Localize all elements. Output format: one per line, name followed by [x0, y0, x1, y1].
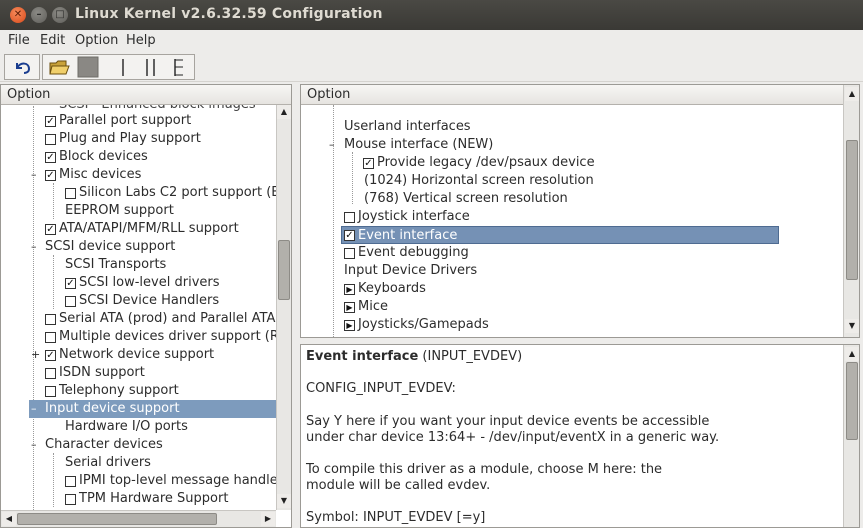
help-vertical-scrollbar[interactable]: ▲	[843, 345, 859, 527]
checkbox[interactable]: ✓	[45, 116, 56, 127]
checkbox[interactable]: ✓	[45, 224, 56, 235]
collapse-icon[interactable]: –	[31, 436, 37, 454]
scroll-down-arrow[interactable]: ▼	[845, 319, 859, 333]
checkbox[interactable]: ✓	[45, 170, 56, 181]
save-disk-icon[interactable]	[77, 56, 99, 78]
right-column-header-blank	[779, 85, 843, 105]
right-tree-pane[interactable]: Option Polled input device skeleton User…	[300, 84, 860, 338]
tree-guide	[53, 255, 54, 309]
tree-row-selected[interactable]: ✓ Event interface	[341, 226, 779, 244]
scroll-up-arrow[interactable]: ▲	[277, 105, 291, 119]
checkbox[interactable]: ✓	[45, 350, 56, 361]
menu-file[interactable]: File	[8, 33, 30, 48]
scroll-right-arrow[interactable]: ▶	[261, 512, 275, 526]
scroll-up-arrow[interactable]: ▲	[845, 347, 859, 361]
toolbar	[0, 52, 863, 82]
tree-guide	[53, 453, 54, 507]
help-title: Event interface (INPUT_EVDEV)	[306, 349, 523, 364]
undo-arrow-icon[interactable]	[12, 56, 34, 78]
split-view-icon[interactable]	[140, 56, 162, 78]
help-description-line: To compile this driver as a module, choo…	[306, 462, 663, 477]
scroll-thumb[interactable]	[17, 513, 217, 525]
checkbox[interactable]	[45, 386, 56, 397]
checkbox[interactable]	[344, 104, 355, 115]
scroll-thumb[interactable]	[846, 140, 858, 280]
expand-icon[interactable]: +	[31, 346, 40, 364]
scroll-down-arrow[interactable]: ▼	[277, 494, 291, 508]
checkbox[interactable]: ✓	[65, 278, 76, 289]
checkbox[interactable]	[65, 188, 76, 199]
checkbox[interactable]: ✓	[45, 152, 56, 163]
collapse-icon[interactable]: –	[329, 136, 335, 154]
help-config: CONFIG_INPUT_EVDEV:	[306, 381, 456, 396]
right-vertical-scrollbar[interactable]: ▲ ▼	[843, 85, 859, 337]
folder-open-icon[interactable]	[48, 56, 70, 78]
tree-row-selected[interactable]: – Input device support	[29, 400, 276, 418]
submenu-arrow-icon[interactable]: ▶	[344, 302, 355, 313]
checkbox[interactable]	[45, 134, 56, 145]
checkbox[interactable]	[65, 296, 76, 307]
menubar: File Edit Option Help	[0, 30, 863, 52]
collapse-icon[interactable]: –	[31, 400, 37, 418]
submenu-arrow-icon[interactable]: ▶	[344, 320, 355, 331]
menu-option[interactable]: Option	[75, 33, 118, 48]
checkbox[interactable]: ✓	[344, 230, 355, 241]
collapse-icon[interactable]: –	[31, 238, 37, 256]
checkbox[interactable]	[344, 248, 355, 259]
tree-guide	[53, 183, 54, 219]
scroll-up-arrow[interactable]: ▲	[845, 87, 859, 101]
help-symbol: Symbol: INPUT_EVDEV [=y]	[306, 510, 486, 525]
scroll-thumb[interactable]	[846, 362, 858, 440]
submenu-arrow-icon[interactable]: ▶	[344, 284, 355, 295]
checkbox[interactable]: ✓	[363, 158, 374, 169]
tree-guide	[352, 152, 353, 204]
left-vertical-scrollbar[interactable]: ▲ ▼	[276, 105, 291, 510]
checkbox[interactable]	[45, 314, 56, 325]
checkbox[interactable]	[45, 368, 56, 379]
window-maximize-button[interactable]: □	[52, 7, 68, 23]
checkbox[interactable]	[65, 476, 76, 487]
collapse-icon[interactable]: –	[31, 166, 37, 184]
left-horizontal-scrollbar[interactable]: ◀ ▶	[1, 510, 276, 527]
help-description-line: under char device 13:64+ - /dev/input/ev…	[306, 430, 720, 445]
scroll-thumb[interactable]	[278, 240, 290, 300]
window-title: Linux Kernel v2.6.32.59 Configuration	[75, 6, 383, 22]
menu-edit[interactable]: Edit	[40, 33, 65, 48]
window-minimize-button[interactable]: –	[31, 7, 47, 23]
help-description-line: Say Y here if you want your input device…	[306, 414, 710, 429]
left-tree-pane[interactable]: Option SCSI - Enhanced block images ✓ Pa…	[0, 84, 292, 528]
scroll-left-arrow[interactable]: ◀	[2, 512, 16, 526]
left-column-header[interactable]: Option	[1, 85, 291, 105]
single-view-icon[interactable]	[113, 56, 135, 78]
full-view-icon[interactable]	[168, 56, 190, 78]
help-description-line: module will be called evdev.	[306, 478, 491, 493]
help-text-pane[interactable]: Event interface (INPUT_EVDEV) CONFIG_INP…	[300, 344, 860, 528]
checkbox[interactable]	[45, 332, 56, 343]
checkbox[interactable]	[344, 212, 355, 223]
menu-help[interactable]: Help	[126, 33, 156, 48]
checkbox[interactable]	[65, 494, 76, 505]
right-column-header[interactable]: Option	[301, 85, 779, 105]
window-titlebar: ✕ – □ Linux Kernel v2.6.32.59 Configurat…	[0, 0, 863, 30]
window-close-button[interactable]: ✕	[10, 7, 26, 23]
